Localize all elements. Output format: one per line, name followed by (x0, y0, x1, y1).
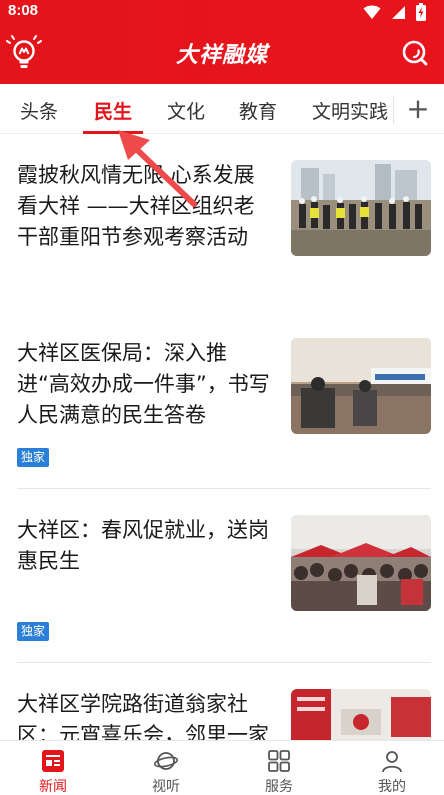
article-card[interactable]: 大祥区：春风促就业，送岗惠民生 独家 (17, 515, 431, 641)
status-icons (363, 3, 426, 21)
feed-divider (17, 488, 431, 489)
active-tab-indicator (83, 131, 143, 134)
nav-profile[interactable]: 我的 (352, 741, 432, 795)
status-bar: 8:08 (0, 0, 444, 26)
grid-icon (268, 750, 290, 772)
feed-divider (17, 662, 431, 663)
article-title: 大祥区医保局：深入推进“高效办成一件事”，书写人民满意的民生答卷 (17, 341, 270, 427)
channel-tabs: 头条 民生 文化 教育 文明实践 + (0, 84, 444, 134)
app-title: 大祥融媒 (175, 43, 268, 68)
article-thumbnail (291, 689, 431, 740)
app-bar: 大祥融媒 (0, 26, 444, 84)
search-icon[interactable] (400, 38, 430, 68)
exclusive-tag: 独家 (17, 622, 50, 641)
article-card[interactable]: 大祥区学院路街道翁家社区：元宵喜乐会，邻里一家亲 (17, 689, 431, 740)
bottom-navigation: 新闻 视听 服务 我的 (0, 740, 444, 795)
article-card[interactable]: 霞披秋风情无限 心系发展看大祥 ——大祥区组织老干部重阳节参观考察活动 (17, 160, 431, 256)
tab-education[interactable]: 教育 (239, 97, 277, 124)
nav-label: 我的 (378, 779, 406, 795)
nav-label: 服务 (265, 779, 293, 795)
tab-culture[interactable]: 文化 (167, 97, 205, 124)
nav-services[interactable]: 服务 (239, 741, 319, 795)
tab-livelihood[interactable]: 民生 (94, 97, 132, 124)
tab-civilization-practice[interactable]: 文明实践 (312, 97, 388, 124)
article-thumbnail (291, 515, 431, 611)
tab-divider (393, 96, 394, 124)
wifi-icon (363, 5, 381, 19)
nav-news[interactable]: 新闻 (13, 741, 93, 795)
battery-charging-icon (416, 3, 426, 21)
app-header: 8:08 大祥融媒 (0, 0, 444, 84)
news-icon (42, 750, 64, 772)
nav-label: 新闻 (39, 779, 67, 795)
article-thumbnail (291, 160, 431, 256)
article-card[interactable]: 大祥区医保局：深入推进“高效办成一件事”，书写人民满意的民生答卷 独家 (17, 338, 431, 473)
article-title: 霞披秋风情无限 心系发展看大祥 ——大祥区组织老干部重阳节参观考察活动 (17, 163, 255, 249)
status-time: 8:08 (8, 2, 39, 19)
exclusive-tag: 独家 (17, 448, 50, 467)
tab-headlines[interactable]: 头条 (20, 97, 58, 124)
planet-icon (154, 752, 178, 770)
article-thumbnail (291, 338, 431, 434)
article-title: 大祥区学院路街道翁家社区：元宵喜乐会，邻里一家亲 (17, 692, 269, 740)
person-icon (382, 751, 402, 773)
signal-icon (392, 5, 405, 19)
news-feed: 霞披秋风情无限 心系发展看大祥 ——大祥区组织老干部重阳节参观考察活动 大祥区医… (0, 135, 444, 740)
nav-audio-video[interactable]: 视听 (126, 741, 206, 795)
nav-label: 视听 (152, 779, 180, 795)
article-title: 大祥区：春风促就业，送岗惠民生 (17, 518, 269, 573)
add-channel-button[interactable]: + (403, 92, 433, 126)
